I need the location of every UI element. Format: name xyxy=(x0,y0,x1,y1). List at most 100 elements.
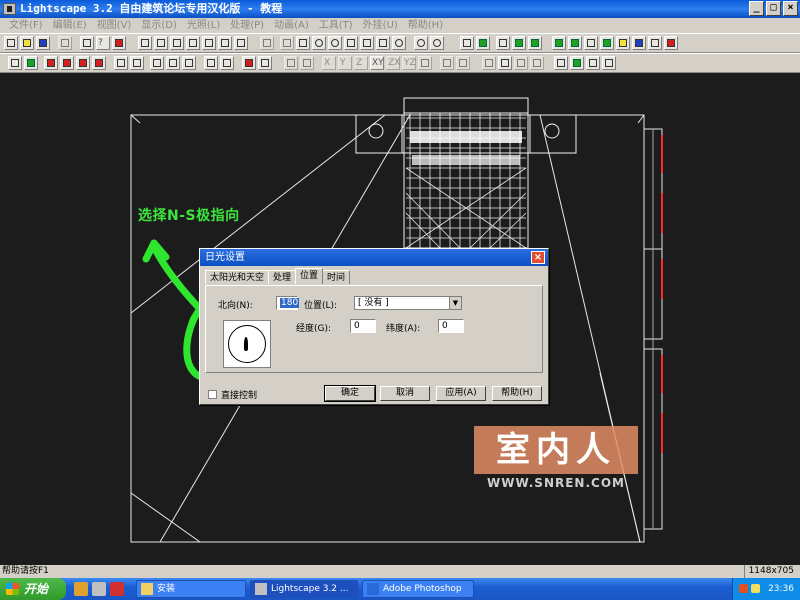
plane-yz-icon[interactable]: YZ xyxy=(402,56,416,70)
tilt-icon[interactable] xyxy=(360,36,374,50)
context-help-icon[interactable] xyxy=(112,36,126,50)
zoom-window-icon[interactable] xyxy=(328,36,342,50)
start-button[interactable]: 开始 xyxy=(0,578,66,600)
orbit-icon[interactable] xyxy=(280,36,294,50)
outline-icon[interactable] xyxy=(496,36,510,50)
layer-2-icon[interactable] xyxy=(568,36,582,50)
longitude-input[interactable]: 0 xyxy=(350,319,376,333)
menu-help[interactable]: 帮助(H) xyxy=(403,18,448,33)
chevron-down-icon[interactable]: ▼ xyxy=(449,297,461,309)
tool-b-icon[interactable] xyxy=(602,56,616,70)
axis-z-icon[interactable]: Z xyxy=(354,56,368,70)
sky-icon[interactable] xyxy=(648,36,662,50)
tab-time[interactable]: 时间 xyxy=(322,270,351,284)
view-cube-4-icon[interactable] xyxy=(186,36,200,50)
copy-icon[interactable] xyxy=(114,56,128,70)
select-arrow-icon[interactable] xyxy=(8,56,22,70)
task-install[interactable]: 安装 xyxy=(136,580,246,598)
textured-icon[interactable] xyxy=(528,36,542,50)
save-icon[interactable] xyxy=(36,36,50,50)
wireframe-icon[interactable] xyxy=(460,36,474,50)
snap-2-icon[interactable] xyxy=(456,56,470,70)
direct-control-checkbox[interactable] xyxy=(208,390,217,399)
new-file-icon[interactable] xyxy=(4,36,18,50)
select-surface-icon[interactable] xyxy=(24,56,38,70)
spin-icon[interactable] xyxy=(300,56,314,70)
menu-display[interactable]: 显示(D) xyxy=(136,18,182,33)
tool-a-icon[interactable] xyxy=(586,56,600,70)
zoom-extents-icon[interactable] xyxy=(414,36,428,50)
maximize-button[interactable]: □ xyxy=(766,1,781,16)
tray-volume-icon[interactable] xyxy=(751,584,760,593)
view-cube-2-icon[interactable] xyxy=(154,36,168,50)
view-cube-6-icon[interactable] xyxy=(218,36,232,50)
help-icon[interactable]: ? xyxy=(96,36,110,50)
walk-figure-icon[interactable] xyxy=(514,56,528,70)
menu-edit[interactable]: 编辑(E) xyxy=(48,18,92,33)
pick-point-icon[interactable] xyxy=(242,56,256,70)
direct-control-row[interactable]: 直接控制 xyxy=(208,388,257,401)
view-cube-3-icon[interactable] xyxy=(170,36,184,50)
shaded-icon[interactable] xyxy=(476,36,490,50)
quicklaunch-2-icon[interactable] xyxy=(92,582,106,596)
render-icon[interactable] xyxy=(664,36,678,50)
close-button[interactable]: × xyxy=(783,1,798,16)
compass-widget[interactable] xyxy=(223,320,271,368)
print-icon[interactable] xyxy=(80,36,94,50)
layer-3-icon[interactable] xyxy=(584,36,598,50)
move-icon[interactable] xyxy=(150,56,164,70)
view-cube-1-icon[interactable] xyxy=(138,36,152,50)
axis-y-icon[interactable]: Y xyxy=(338,56,352,70)
plane-all-icon[interactable] xyxy=(418,56,432,70)
dolly-icon[interactable] xyxy=(376,36,390,50)
pan-icon[interactable] xyxy=(296,36,310,50)
transform-icon[interactable] xyxy=(284,56,298,70)
paste-icon[interactable] xyxy=(130,56,144,70)
undo-icon[interactable] xyxy=(58,36,72,50)
plane-xy-icon[interactable]: XY xyxy=(370,56,384,70)
cancel-button[interactable]: 取消 xyxy=(380,386,430,401)
view-cube-5-icon[interactable] xyxy=(202,36,216,50)
minimize-button[interactable]: _ xyxy=(749,1,764,16)
ok-button[interactable]: 确定 xyxy=(324,385,376,402)
light-icon[interactable] xyxy=(616,36,630,50)
layer-1-icon[interactable] xyxy=(552,36,566,50)
select-mode-3-icon[interactable] xyxy=(76,56,90,70)
zoom-all-icon[interactable] xyxy=(430,36,444,50)
menu-plugins[interactable]: 外挂(U) xyxy=(358,18,403,33)
compass-needle-icon[interactable] xyxy=(244,337,248,351)
select-mode-2-icon[interactable] xyxy=(60,56,74,70)
quicklaunch-1-icon[interactable] xyxy=(74,582,88,596)
view-cube-7-icon[interactable] xyxy=(234,36,248,50)
plane-zx-icon[interactable]: ZX xyxy=(386,56,400,70)
tray-app-icon[interactable] xyxy=(739,584,748,593)
rotate-icon[interactable] xyxy=(166,56,180,70)
north-input[interactable]: 180 xyxy=(276,296,300,310)
tab-sun-sky[interactable]: 太阳光和天空 xyxy=(205,270,270,284)
menu-tools[interactable]: 工具(T) xyxy=(314,18,358,33)
material-icon[interactable] xyxy=(632,36,646,50)
task-lightscape[interactable]: Lightscape 3.2 ... xyxy=(250,580,358,598)
zoom-icon[interactable] xyxy=(312,36,326,50)
measure-icon[interactable] xyxy=(258,56,272,70)
marker-icon[interactable] xyxy=(530,56,544,70)
solid-icon[interactable] xyxy=(512,36,526,50)
select-mode-4-icon[interactable] xyxy=(92,56,106,70)
layer-4-icon[interactable] xyxy=(600,36,614,50)
tab-location[interactable]: 位置 xyxy=(295,268,324,284)
rotate-view-icon[interactable] xyxy=(392,36,406,50)
mirror-icon[interactable] xyxy=(220,56,234,70)
tab-processing[interactable]: 处理 xyxy=(268,270,297,284)
axis-x-icon[interactable]: X xyxy=(322,56,336,70)
block-icon[interactable] xyxy=(482,56,496,70)
apply-button[interactable]: 应用(A) xyxy=(436,386,486,401)
menu-process[interactable]: 处理(P) xyxy=(225,18,269,33)
globe-icon[interactable] xyxy=(570,56,584,70)
align-icon[interactable] xyxy=(204,56,218,70)
dialog-close-button[interactable]: × xyxy=(531,251,545,264)
menu-view[interactable]: 视图(V) xyxy=(92,18,137,33)
task-photoshop[interactable]: Adobe Photoshop xyxy=(362,580,474,598)
select-mode-1-icon[interactable] xyxy=(44,56,58,70)
latitude-input[interactable]: 0 xyxy=(438,319,464,333)
open-file-icon[interactable] xyxy=(20,36,34,50)
